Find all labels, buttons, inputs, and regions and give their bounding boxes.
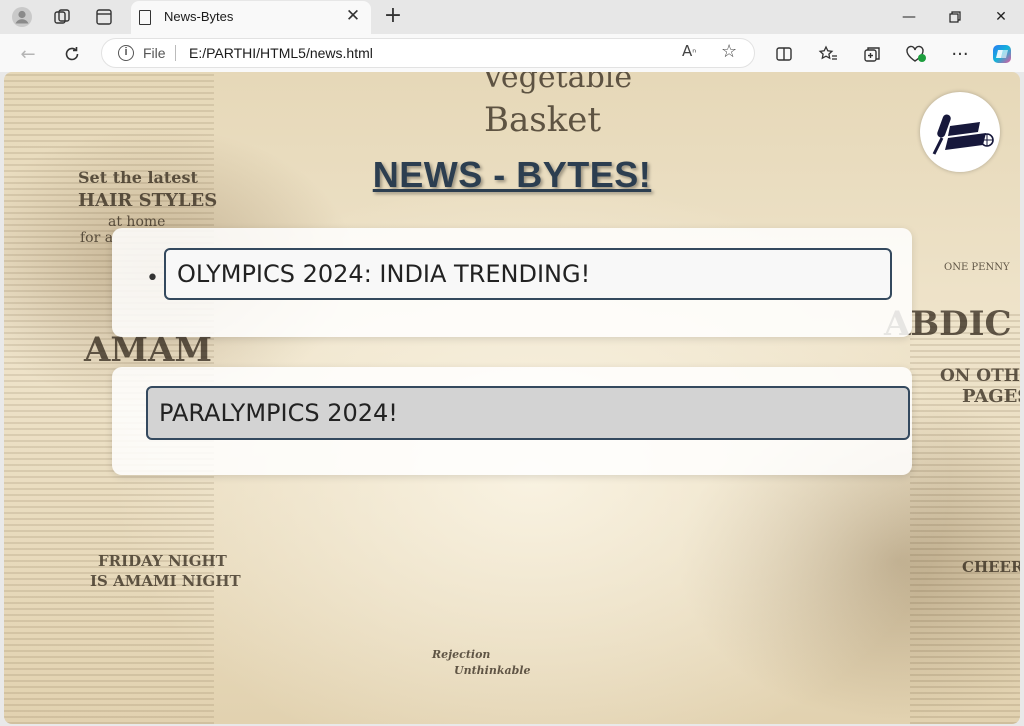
news-card: PARALYMPICS 2024! xyxy=(112,367,912,475)
bg-text-unthinkable: Unthinkable xyxy=(454,664,531,677)
page-icon xyxy=(139,10,151,25)
close-window-button[interactable]: ✕ xyxy=(978,0,1024,34)
bg-text-pages: PAGES xyxy=(962,386,1020,407)
read-aloud-icon[interactable]: Aⁿ xyxy=(682,42,696,60)
minimize-button[interactable]: — xyxy=(886,0,932,34)
tab-title: News-Bytes xyxy=(164,9,234,24)
workspaces-icon[interactable] xyxy=(51,6,73,28)
favorite-star-icon[interactable]: ☆ xyxy=(721,41,737,62)
close-tab-icon[interactable]: ✕ xyxy=(343,6,363,26)
address-url[interactable]: E:/PARTHI/HTML5/news.html xyxy=(189,45,373,61)
info-icon[interactable]: i xyxy=(118,45,134,61)
page-title: NEWS - BYTES! xyxy=(372,154,652,195)
favorites-icon[interactable] xyxy=(814,40,842,68)
browser-essentials-icon[interactable] xyxy=(902,40,930,68)
news-card: • OLYMPICS 2024: INDIA TRENDING! xyxy=(112,228,912,337)
tab-news-bytes[interactable]: News-Bytes ✕ xyxy=(131,1,371,34)
tab-strip: News-Bytes ✕ + — ✕ xyxy=(0,0,1024,34)
bg-text-is-amami-night: IS AMAMI NIGHT xyxy=(90,572,241,590)
bg-text-on-other: ON OTHER xyxy=(940,366,1020,386)
restore-button[interactable] xyxy=(932,0,978,34)
bg-text-cheer: CHEER xyxy=(962,558,1020,576)
split-screen-icon[interactable] xyxy=(770,40,798,68)
address-scheme: File xyxy=(143,45,166,61)
news-item[interactable]: PARALYMPICS 2024! xyxy=(146,386,910,440)
list-bullet: • xyxy=(146,266,159,291)
page-viewport: Vegetable Basket Set the latest HAIR STY… xyxy=(4,72,1020,724)
bg-text-vegetable: Vegetable xyxy=(482,72,633,95)
bg-text-one-penny: ONE PENNY xyxy=(944,262,1010,273)
address-separator xyxy=(175,45,176,61)
bg-text-rejection: Rejection xyxy=(432,648,491,661)
back-button[interactable]: ← xyxy=(14,40,42,68)
bg-text-friday-night: FRIDAY NIGHT xyxy=(98,552,227,570)
tab-actions-icon[interactable] xyxy=(93,6,115,28)
refresh-button[interactable] xyxy=(58,40,86,68)
address-bar[interactable]: i File E:/PARTHI/HTML5/news.html Aⁿ ☆ xyxy=(101,38,755,68)
new-tab-button[interactable]: + xyxy=(381,4,405,28)
more-options-icon[interactable]: ··· xyxy=(946,40,974,68)
profile-icon[interactable] xyxy=(11,6,33,28)
copilot-icon[interactable] xyxy=(988,40,1016,68)
news-item[interactable]: OLYMPICS 2024: INDIA TRENDING! xyxy=(164,248,892,300)
collections-icon[interactable] xyxy=(858,40,886,68)
bg-text-basket: Basket xyxy=(484,100,602,140)
bg-text-for-a: for a xyxy=(80,230,114,246)
toolbar: ← i File E:/PARTHI/HTML5/news.html Aⁿ ☆ … xyxy=(0,34,1024,72)
